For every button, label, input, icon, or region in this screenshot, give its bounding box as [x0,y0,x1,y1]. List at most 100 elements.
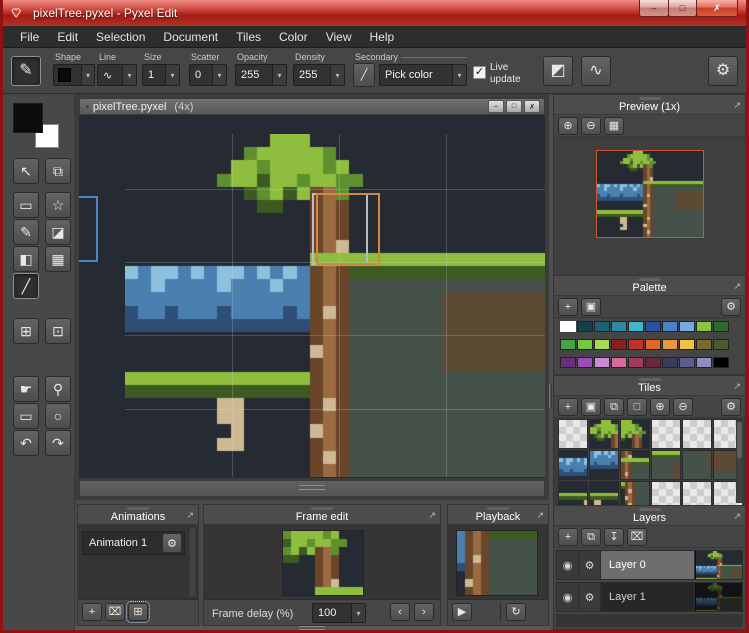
playback-panel-header[interactable]: Playback ↗ [448,505,548,525]
tile-8[interactable] [620,450,650,480]
palette-color-11[interactable] [560,339,576,350]
popout-icon[interactable]: ↗ [733,100,741,111]
palette-color-3[interactable] [594,321,610,332]
tiles-settings-button[interactable]: ⚙ [721,398,741,416]
animation-pick-tiles-button[interactable]: ⊞ [126,601,150,623]
palette-color-26[interactable] [645,357,661,368]
fill-tool-button[interactable]: ◧ [13,246,39,272]
palette-color-20[interactable] [713,339,729,350]
current-tool-button[interactable]: ✎ [11,56,41,86]
maximize-button[interactable]: □ [668,0,697,17]
scatter-dropdown[interactable]: 0 ▾ [189,64,227,86]
popout-icon[interactable]: ↗ [733,381,741,392]
animation-delete-button[interactable]: ⌧ [105,603,125,621]
menu-item-edit[interactable]: Edit [48,26,87,48]
doc-minimize-button[interactable]: – [488,100,504,113]
palette-color-17[interactable] [662,339,678,350]
popout-icon[interactable]: ↗ [428,510,436,521]
tile-3[interactable] [651,419,681,449]
tile-10[interactable] [682,450,712,480]
shape-dropdown[interactable]: ▾ [53,64,95,86]
select-rect-tool-button[interactable]: ▭ [13,192,39,218]
drag-handle[interactable] [638,97,661,100]
tile-0[interactable] [558,419,588,449]
palette-color-2[interactable] [577,321,593,332]
animations-panel-header[interactable]: Animations ↗ [78,505,198,525]
palette-color-8[interactable] [679,321,695,332]
drag-handle[interactable] [638,508,661,511]
menu-item-document[interactable]: Document [154,26,227,48]
tile-7[interactable] [589,450,619,480]
eyedropper-tool-button[interactable]: ╱ [13,273,39,299]
title-bar[interactable]: ♥ pixelTree.pyxel - Pyxel Edit – □ ✗ [3,0,746,26]
layers-delete-button[interactable]: ⌧ [627,528,647,546]
animations-scrollbar[interactable] [189,527,196,597]
preview-zoom-in-button[interactable]: ⊕ [558,117,578,135]
tiles-zoom-in-button[interactable]: ⊕ [650,398,670,416]
document-tab[interactable]: ▪ pixelTree.pyxel (4x) – □ ✗ [79,98,545,115]
layers-duplicate-button[interactable]: ⧉ [581,528,601,546]
hand-tool-button[interactable]: ☛ [13,376,39,402]
bottom-splitter[interactable] [75,626,549,630]
ellipse-shape-tool-button[interactable]: ○ [45,403,71,429]
popout-icon[interactable]: ↗ [186,510,194,521]
palette-color-5[interactable] [628,321,644,332]
tile-settings-button[interactable]: ⊡ [45,318,71,344]
line-dropdown[interactable]: ∿ ▾ [97,64,137,86]
palette-color-25[interactable] [628,357,644,368]
canvas-viewport[interactable] [79,115,545,478]
drag-handle[interactable] [311,507,333,510]
palette-color-24[interactable] [611,357,627,368]
palette-color-19[interactable] [696,339,712,350]
size-dropdown[interactable]: 1 ▾ [142,64,180,86]
zoom-tool-button[interactable]: ⚲ [45,376,71,402]
frame-edit-panel-header[interactable]: Frame edit ↗ [204,505,440,525]
rect-shape-tool-button[interactable]: ▭ [13,403,39,429]
frame-edit-canvas-area[interactable] [204,525,440,599]
palette-color-12[interactable] [577,339,593,350]
layer-row-1[interactable]: ◉ ⚙ Layer 1 [556,582,743,612]
palette-color-28[interactable] [679,357,695,368]
tile-2[interactable] [620,419,650,449]
preview-zoom-out-button[interactable]: ⊖ [581,117,601,135]
layer-row-0[interactable]: ◉ ⚙ Layer 0 [556,550,743,580]
primary-color-swatch[interactable] [13,103,43,133]
live-update-checkbox[interactable]: ✓ [473,66,486,79]
palette-settings-button[interactable]: ⚙ [721,298,741,316]
previous-frame-button[interactable]: ‹ [390,603,410,621]
animation-settings-button[interactable]: ⚙ [162,533,182,553]
pattern-tool-button[interactable]: ▦ [45,246,71,272]
menu-item-tiles[interactable]: Tiles [227,26,270,48]
layer-settings-button[interactable]: ⚙ [579,583,601,611]
menu-item-selection[interactable]: Selection [87,26,154,48]
tiles-scrollbar[interactable] [736,420,743,503]
menu-item-view[interactable]: View [317,26,361,48]
tiles-fill-button[interactable]: ▣ [581,398,601,416]
palette-color-18[interactable] [679,339,695,350]
minimize-button[interactable]: – [639,0,669,17]
palette-color-0[interactable] [560,321,576,332]
drag-handle[interactable] [638,278,661,281]
palette-fill-button[interactable]: ▣ [581,298,601,316]
popout-icon[interactable]: ↗ [733,511,741,522]
loop-button[interactable]: ↻ [506,603,526,621]
opacity-dropdown[interactable]: 255 ▾ [235,64,287,86]
density-dropdown[interactable]: 255 ▾ [293,64,345,86]
palette-color-16[interactable] [645,339,661,350]
layer-visibility-toggle[interactable]: ◉ [557,583,579,611]
preview-panel-header[interactable]: Preview (1x) ↗ [554,95,745,115]
play-button[interactable]: ▶ [452,603,472,621]
tiles-add-button[interactable]: + [558,398,578,416]
palette-color-27[interactable] [662,357,678,368]
popout-icon[interactable]: ↗ [733,281,741,292]
tiles-zoom-out-button[interactable]: ⊖ [673,398,693,416]
tile-4[interactable] [682,419,712,449]
tile-mask-button[interactable]: ◩ [543,56,573,86]
tile-6[interactable] [558,450,588,480]
move-tool-button[interactable]: ↖ [13,158,39,184]
preview-image[interactable] [596,150,704,238]
pencil-tool-button[interactable]: ✎ [13,219,39,245]
close-button[interactable]: ✗ [696,0,738,17]
layers-merge-button[interactable]: ↧ [604,528,624,546]
eraser-tool-button[interactable]: ◪ [45,219,71,245]
